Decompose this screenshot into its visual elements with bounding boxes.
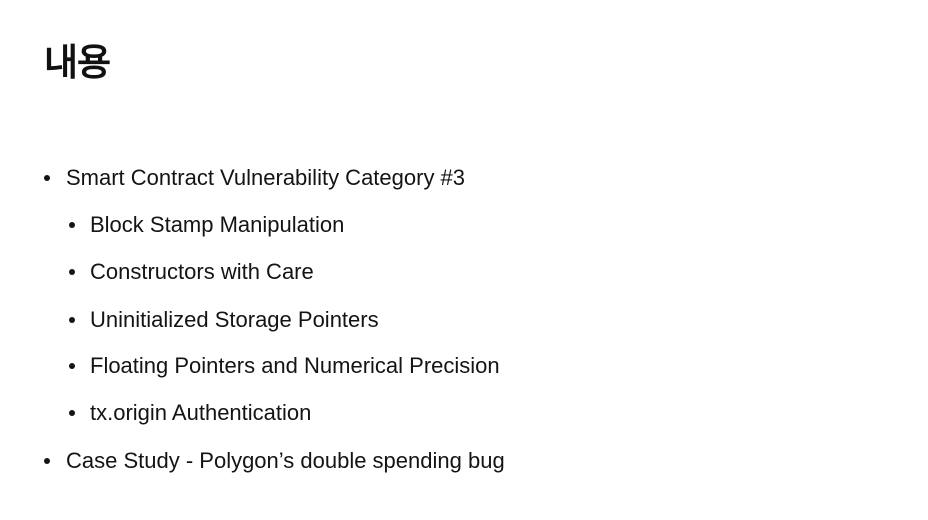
bullet-text: Floating Pointers and Numerical Precisio…: [90, 353, 500, 378]
bullet-icon: [69, 363, 75, 369]
slide: 내용 Smart Contract Vulnerability Category…: [0, 0, 928, 520]
bullet-icon: [69, 317, 75, 323]
bullet-text: Uninitialized Storage Pointers: [90, 307, 379, 332]
bullet-icon: [69, 269, 75, 275]
bullet-item-case-study: Case Study - Polygon’s double spending b…: [44, 447, 505, 475]
bullet-item-uninitialized-storage-pointers: Uninitialized Storage Pointers: [69, 306, 379, 334]
bullet-text: Constructors with Care: [90, 259, 314, 284]
bullet-icon: [69, 222, 75, 228]
bullet-icon: [44, 175, 50, 181]
bullet-item-constructors-with-care: Constructors with Care: [69, 258, 314, 286]
bullet-item-block-stamp-manipulation: Block Stamp Manipulation: [69, 211, 345, 239]
bullet-item-tx-origin-authentication: tx.origin Authentication: [69, 399, 312, 427]
bullet-item-floating-pointers: Floating Pointers and Numerical Precisio…: [69, 352, 500, 380]
bullet-item-vulnerability-category: Smart Contract Vulnerability Category #3: [44, 164, 466, 192]
bullet-text: Case Study - Polygon’s double spending b…: [66, 448, 505, 473]
bullet-icon: [44, 458, 50, 464]
bullet-icon: [69, 410, 75, 416]
slide-title: 내용: [44, 41, 111, 84]
bullet-text: Smart Contract Vulnerability Category #3: [66, 165, 466, 190]
bullet-text: tx.origin Authentication: [90, 400, 312, 425]
bullet-text: Block Stamp Manipulation: [90, 212, 345, 237]
